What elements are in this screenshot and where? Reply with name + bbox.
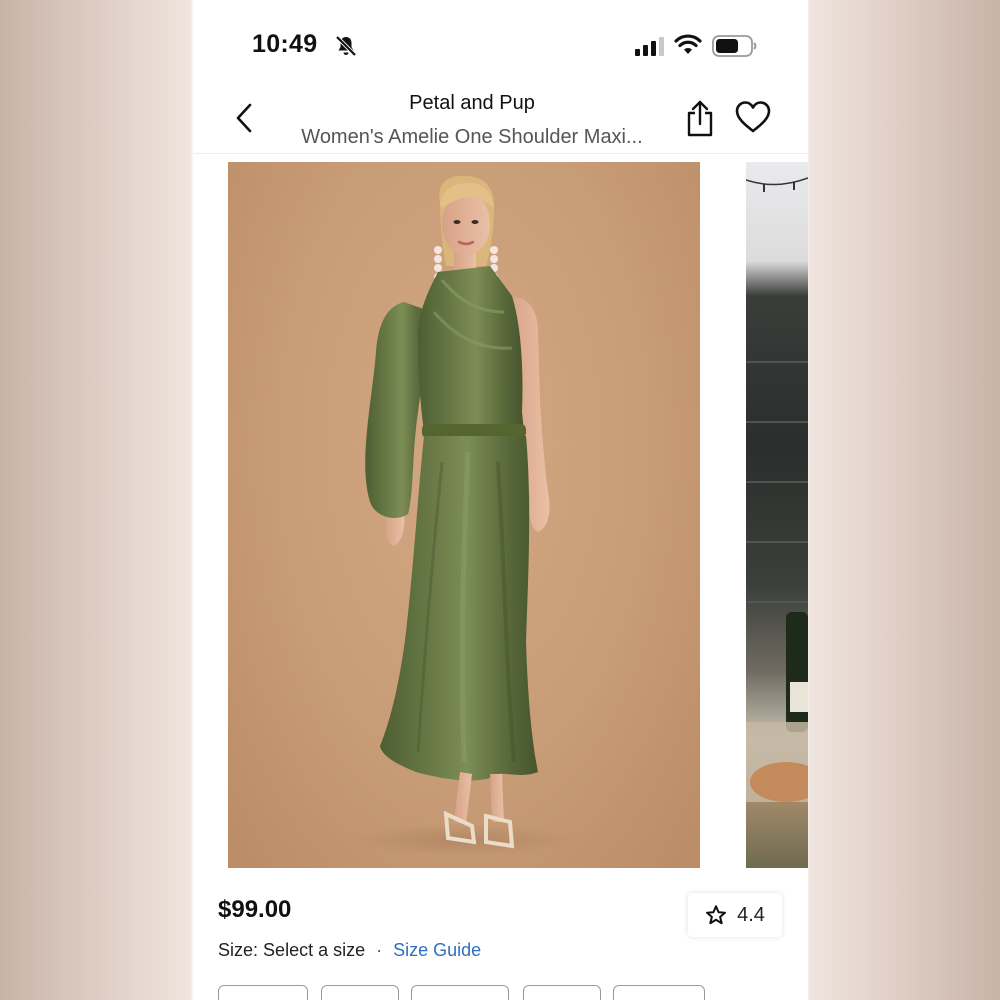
- product-title: Women's Amelie One Shoulder Maxi...: [301, 126, 643, 148]
- star-outline-icon: [706, 905, 727, 925]
- back-chevron-icon: [236, 103, 252, 133]
- size-options: [218, 985, 808, 1000]
- size-separator: ·: [376, 940, 383, 960]
- share-button[interactable]: [684, 98, 716, 138]
- model-dress-illustration: [354, 175, 574, 856]
- image-carousel[interactable]: [194, 162, 808, 868]
- rating-value: 4.4: [737, 903, 765, 926]
- size-label: Size:: [218, 940, 259, 960]
- brand-name: Petal and Pup: [409, 92, 535, 114]
- heart-icon: [735, 101, 771, 133]
- bell-off-icon: [335, 35, 357, 57]
- share-icon: [687, 100, 713, 137]
- wifi-icon: [674, 34, 702, 54]
- rating-badge[interactable]: 4.4: [688, 893, 782, 937]
- size-guide-link[interactable]: Size Guide: [393, 940, 481, 960]
- product-photo[interactable]: [228, 162, 700, 868]
- phone-screen: 10:49 Petal and Pup Women's Amelie One S…: [194, 0, 808, 1000]
- size-option[interactable]: [411, 985, 509, 1000]
- size-option[interactable]: [218, 985, 308, 1000]
- back-button[interactable]: [230, 100, 258, 136]
- favorite-button[interactable]: [734, 100, 772, 134]
- rooftop-scene-illustration: [746, 177, 808, 802]
- size-value: Select a size: [263, 940, 366, 960]
- size-option[interactable]: [613, 985, 705, 1000]
- product-header: Petal and Pup Women's Amelie One Shoulde…: [194, 86, 808, 154]
- product-price: $99.00: [218, 896, 292, 923]
- size-option[interactable]: [321, 985, 399, 1000]
- size-option[interactable]: [523, 985, 601, 1000]
- battery-icon: [712, 35, 757, 57]
- status-bar: 10:49: [194, 0, 808, 90]
- next-photo-preview[interactable]: [746, 162, 808, 868]
- signal-icon: [635, 37, 664, 56]
- status-time: 10:49: [252, 30, 318, 58]
- size-selector-row: Size: Select a size · Size Guide: [218, 940, 481, 961]
